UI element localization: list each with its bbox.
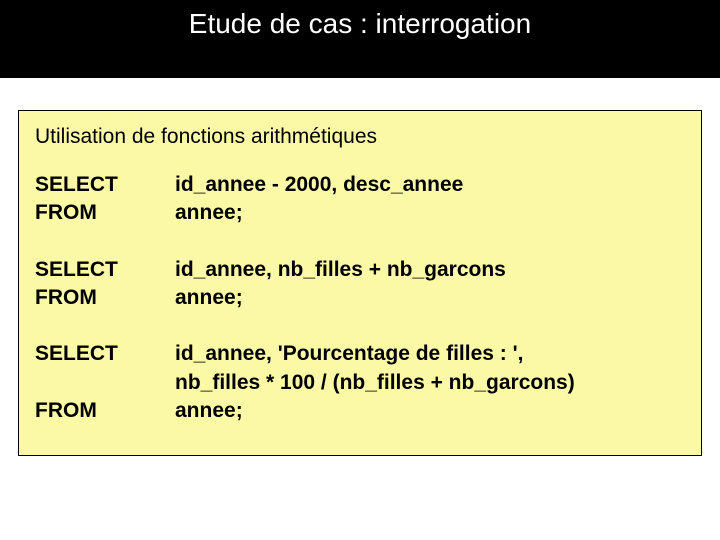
sql-keyword: FROM	[35, 199, 175, 227]
sql-value: id_annee - 2000, desc_annee	[175, 171, 463, 199]
panel-title: Utilisation de fonctions arithmétiques	[35, 125, 685, 149]
query-panel: Utilisation de fonctions arithmétiques S…	[18, 110, 702, 456]
sql-keyword: FROM	[35, 284, 175, 312]
query-row: SELECT id_annee - 2000, desc_annee	[35, 171, 685, 199]
sql-value: id_annee, 'Pourcentage de filles : ',	[175, 340, 523, 368]
query-block: SELECT id_annee, 'Pourcentage de filles …	[35, 340, 685, 425]
content-area: Utilisation de fonctions arithmétiques S…	[0, 78, 720, 456]
title-bar: Etude de cas : interrogation	[0, 0, 720, 78]
sql-keyword: SELECT	[35, 171, 175, 199]
query-row: SELECT id_annee, nb_filles + nb_garcons	[35, 256, 685, 284]
query-row: FROM annee;	[35, 397, 685, 425]
query-row: FROM annee;	[35, 199, 685, 227]
sql-value: id_annee, nb_filles + nb_garcons	[175, 256, 506, 284]
query-block: SELECT id_annee - 2000, desc_annee FROM …	[35, 171, 685, 228]
sql-keyword: SELECT	[35, 256, 175, 284]
query-block: SELECT id_annee, nb_filles + nb_garcons …	[35, 256, 685, 313]
slide-title: Etude de cas : interrogation	[189, 8, 531, 40]
sql-keyword: SELECT	[35, 340, 175, 368]
sql-value: annee;	[175, 284, 243, 312]
query-row: nb_filles * 100 / (nb_filles + nb_garcon…	[35, 369, 685, 397]
sql-value: annee;	[175, 397, 243, 425]
query-row: FROM annee;	[35, 284, 685, 312]
sql-value: nb_filles * 100 / (nb_filles + nb_garcon…	[175, 369, 575, 397]
sql-keyword: FROM	[35, 397, 175, 425]
query-row: SELECT id_annee, 'Pourcentage de filles …	[35, 340, 685, 368]
sql-value: annee;	[175, 199, 243, 227]
